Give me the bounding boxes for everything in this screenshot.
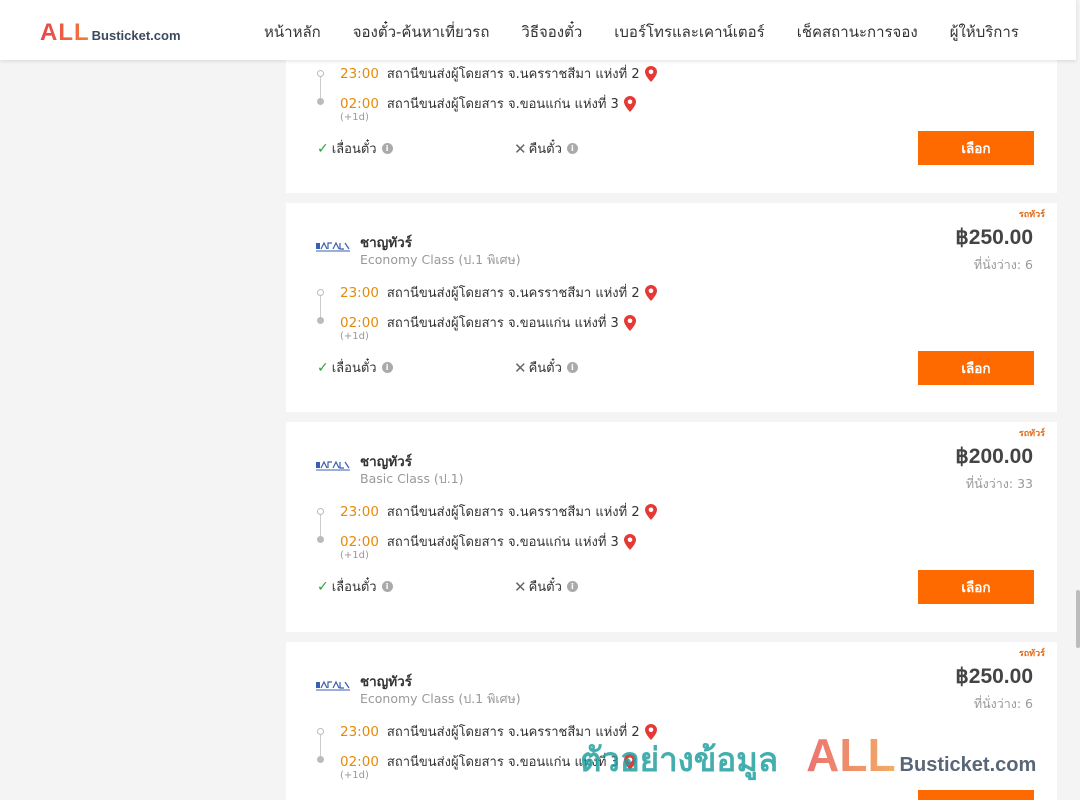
check-icon: ✓ bbox=[317, 140, 329, 157]
arrival-row: 02:00 สถานีขนส่งผู้โดยสาร จ.ขอนแก่น แห่ง… bbox=[340, 531, 636, 552]
change-ticket-policy: ✓ เลื่อนตั๋ว i bbox=[317, 357, 393, 378]
select-trip-button[interactable]: เลือก bbox=[918, 351, 1034, 385]
operator-logo-icon bbox=[316, 460, 350, 471]
cross-icon: ✕ bbox=[514, 358, 527, 377]
change-ticket-policy: ✓ เลื่อนตั๋ว i bbox=[317, 138, 393, 159]
cross-icon: ✕ bbox=[514, 139, 527, 158]
nav-book-search[interactable]: จองตั๋ว-ค้นหาเที่ยวรถ bbox=[337, 20, 506, 44]
nav-phone-counter[interactable]: เบอร์โทรและเคาน์เตอร์ bbox=[598, 20, 780, 44]
bus-type-badge: รถทัวร์ bbox=[1018, 210, 1045, 220]
trip-card: รถทัวร์ ชาญทัวร์ Economy Class (ป.1 พิเศ… bbox=[286, 642, 1057, 800]
scrollbar-thumb[interactable] bbox=[1076, 590, 1080, 648]
arrival-station: สถานีขนส่งผู้โดยสาร จ.ขอนแก่น แห่งที่ 3 bbox=[386, 535, 619, 550]
next-day-label: (+1d) bbox=[340, 550, 369, 561]
bus-type-badge: รถทัวร์ bbox=[1018, 649, 1045, 659]
departure-station: สถานีขนส่งผู้โดยสาร จ.นครราชสีมา แห่งที่… bbox=[386, 67, 640, 82]
operator-logo-icon bbox=[316, 680, 350, 691]
trip-card: 23:00 สถานีขนส่งผู้โดยสาร จ.นครราชสีมา แ… bbox=[286, 40, 1057, 193]
arrival-time: 02:00 bbox=[340, 533, 379, 550]
main-nav: หน้าหลัก จองตั๋ว-ค้นหาเที่ยวรถ วิธีจองตั… bbox=[248, 20, 1035, 44]
refund-ticket-label: คืนตั๋ว bbox=[528, 142, 562, 157]
available-seats: ที่นั่งว่าง: 33 bbox=[965, 476, 1033, 491]
operator-logo-icon bbox=[316, 241, 350, 252]
departure-time: 23:00 bbox=[340, 503, 379, 520]
ticket-price: ฿250.00 bbox=[955, 226, 1033, 249]
departure-row: 23:00 สถานีขนส่งผู้โดยสาร จ.นครราชสีมา แ… bbox=[340, 282, 657, 303]
trip-card: รถทัวร์ ชาญทัวร์ Basic Class (ป.1) ฿200.… bbox=[286, 422, 1057, 632]
info-icon[interactable]: i bbox=[566, 143, 578, 154]
logo-all: ALL bbox=[40, 19, 90, 46]
select-trip-button[interactable]: เลือก bbox=[918, 131, 1034, 165]
departure-time: 23:00 bbox=[340, 723, 379, 740]
next-day-label: (+1d) bbox=[340, 770, 369, 781]
bus-type-badge: รถทัวร์ bbox=[1018, 429, 1045, 439]
info-icon[interactable]: i bbox=[566, 362, 578, 373]
nav-how-to-book[interactable]: วิธีจองตั๋ว bbox=[505, 20, 598, 44]
next-day-label: (+1d) bbox=[340, 112, 369, 123]
map-pin-icon[interactable] bbox=[644, 503, 657, 520]
select-trip-button[interactable]: เลือก bbox=[918, 570, 1034, 604]
nav-home[interactable]: หน้าหลัก bbox=[248, 20, 337, 44]
arrival-station: สถานีขนส่งผู้โดยสาร จ.ขอนแก่น แห่งที่ 3 bbox=[386, 97, 619, 112]
site-logo[interactable]: ALL Busticket.com bbox=[40, 19, 181, 47]
info-icon[interactable]: i bbox=[566, 581, 578, 592]
map-pin-icon[interactable] bbox=[644, 723, 657, 740]
map-pin-icon[interactable] bbox=[644, 65, 657, 82]
departure-station: สถานีขนส่งผู้โดยสาร จ.นครราชสีมา แห่งที่… bbox=[386, 725, 640, 740]
departure-station: สถานีขนส่งผู้โดยสาร จ.นครราชสีมา แห่งที่… bbox=[386, 505, 640, 520]
available-seats: ที่นั่งว่าง: 6 bbox=[973, 696, 1033, 711]
next-day-label: (+1d) bbox=[340, 331, 369, 342]
check-icon: ✓ bbox=[317, 359, 329, 376]
bus-class: Basic Class (ป.1) bbox=[360, 471, 464, 486]
logo-busticket: Busticket.com bbox=[91, 28, 181, 43]
check-icon: ✓ bbox=[317, 578, 329, 595]
site-header: ALL Busticket.com หน้าหลัก จองตั๋ว-ค้นหา… bbox=[0, 0, 1076, 60]
map-pin-icon[interactable] bbox=[644, 284, 657, 301]
nav-operators[interactable]: ผู้ให้บริการ bbox=[934, 20, 1035, 44]
info-icon[interactable]: i bbox=[381, 143, 393, 154]
map-pin-icon[interactable] bbox=[623, 314, 636, 331]
cross-icon: ✕ bbox=[514, 577, 527, 596]
arrival-time: 02:00 bbox=[340, 753, 379, 770]
arrival-time: 02:00 bbox=[340, 95, 379, 112]
departure-time: 23:00 bbox=[340, 65, 379, 82]
ticket-price: ฿250.00 bbox=[955, 665, 1033, 688]
arrival-row: 02:00 สถานีขนส่งผู้โดยสาร จ.ขอนแก่น แห่ง… bbox=[340, 751, 636, 772]
departure-row: 23:00 สถานีขนส่งผู้โดยสาร จ.นครราชสีมา แ… bbox=[340, 63, 657, 84]
ticket-price: ฿200.00 bbox=[955, 445, 1033, 468]
arrival-time: 02:00 bbox=[340, 314, 379, 331]
arrival-row: 02:00 สถานีขนส่งผู้โดยสาร จ.ขอนแก่น แห่ง… bbox=[340, 312, 636, 333]
change-ticket-label: เลื่อนตั๋ว bbox=[331, 580, 377, 595]
available-seats: ที่นั่งว่าง: 6 bbox=[973, 257, 1033, 272]
refund-ticket-policy: ✕ คืนตั๋ว i bbox=[514, 138, 578, 159]
departure-time: 23:00 bbox=[340, 284, 379, 301]
arrival-row: 02:00 สถานีขนส่งผู้โดยสาร จ.ขอนแก่น แห่ง… bbox=[340, 93, 636, 114]
change-ticket-label: เลื่อนตั๋ว bbox=[331, 142, 377, 157]
map-pin-icon[interactable] bbox=[623, 753, 636, 770]
departure-row: 23:00 สถานีขนส่งผู้โดยสาร จ.นครราชสีมา แ… bbox=[340, 721, 657, 742]
departure-station: สถานีขนส่งผู้โดยสาร จ.นครราชสีมา แห่งที่… bbox=[386, 286, 640, 301]
map-pin-icon[interactable] bbox=[623, 533, 636, 550]
bus-class: Economy Class (ป.1 พิเศษ) bbox=[360, 691, 521, 706]
info-icon[interactable]: i bbox=[381, 362, 393, 373]
trip-card: รถทัวร์ ชาญทัวร์ Economy Class (ป.1 พิเศ… bbox=[286, 203, 1057, 412]
arrival-station: สถานีขนส่งผู้โดยสาร จ.ขอนแก่น แห่งที่ 3 bbox=[386, 755, 619, 770]
arrival-station: สถานีขนส่งผู้โดยสาร จ.ขอนแก่น แห่งที่ 3 bbox=[386, 316, 619, 331]
departure-row: 23:00 สถานีขนส่งผู้โดยสาร จ.นครราชสีมา แ… bbox=[340, 501, 657, 522]
page-scrollbar[interactable] bbox=[1076, 0, 1080, 800]
select-trip-button[interactable] bbox=[918, 790, 1034, 800]
refund-ticket-label: คืนตั๋ว bbox=[528, 580, 562, 595]
refund-ticket-policy: ✕ คืนตั๋ว i bbox=[514, 576, 578, 597]
nav-check-status[interactable]: เช็คสถานะการจอง bbox=[781, 20, 934, 44]
refund-ticket-policy: ✕ คืนตั๋ว i bbox=[514, 357, 578, 378]
map-pin-icon[interactable] bbox=[623, 95, 636, 112]
change-ticket-policy: ✓ เลื่อนตั๋ว i bbox=[317, 576, 393, 597]
info-icon[interactable]: i bbox=[381, 581, 393, 592]
refund-ticket-label: คืนตั๋ว bbox=[528, 361, 562, 376]
change-ticket-label: เลื่อนตั๋ว bbox=[331, 361, 377, 376]
bus-class: Economy Class (ป.1 พิเศษ) bbox=[360, 252, 521, 267]
